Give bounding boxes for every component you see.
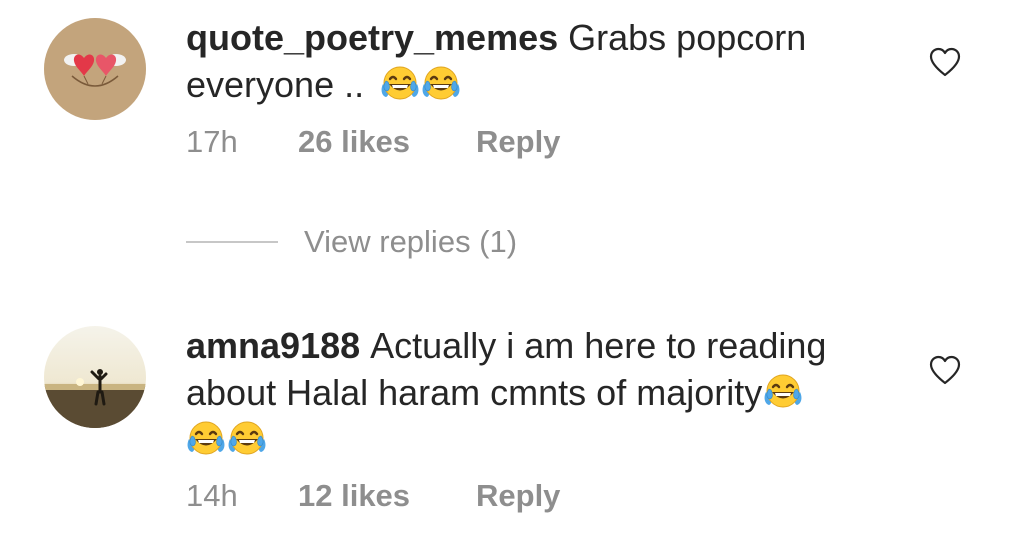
comment-likes[interactable]: 26 likes (298, 124, 476, 160)
reply-button[interactable]: Reply (476, 478, 560, 514)
view-replies-button[interactable]: View replies (1) (186, 222, 517, 262)
joy-emoji (380, 63, 420, 103)
comment-timestamp: 17h (186, 124, 238, 159)
joy-emoji (227, 418, 267, 458)
comment-username[interactable]: amna9188 (186, 325, 360, 366)
comment-meta: 17h 26 likes Reply (186, 124, 560, 160)
avatar[interactable] (44, 326, 146, 428)
avatar[interactable] (44, 18, 146, 120)
comment-text: quote_poetry_memes Grabs popcorn everyone… (186, 14, 906, 108)
reply-button[interactable]: Reply (476, 124, 560, 160)
heart-outline-icon[interactable] (928, 46, 962, 78)
comment-meta: 14h 12 likes Reply (186, 478, 560, 514)
view-replies-label: View replies (1) (304, 224, 518, 259)
comment-likes[interactable]: 12 likes (298, 478, 476, 514)
comment-text: amna9188 Actually i am here to reading ab… (186, 322, 906, 463)
joy-emoji (763, 371, 803, 411)
comment-username[interactable]: quote_poetry_memes (186, 17, 558, 58)
comment-timestamp: 14h (186, 478, 238, 513)
heart-outline-icon[interactable] (928, 354, 962, 386)
joy-emoji (421, 63, 461, 103)
replies-divider (186, 241, 278, 243)
joy-emoji (186, 418, 226, 458)
